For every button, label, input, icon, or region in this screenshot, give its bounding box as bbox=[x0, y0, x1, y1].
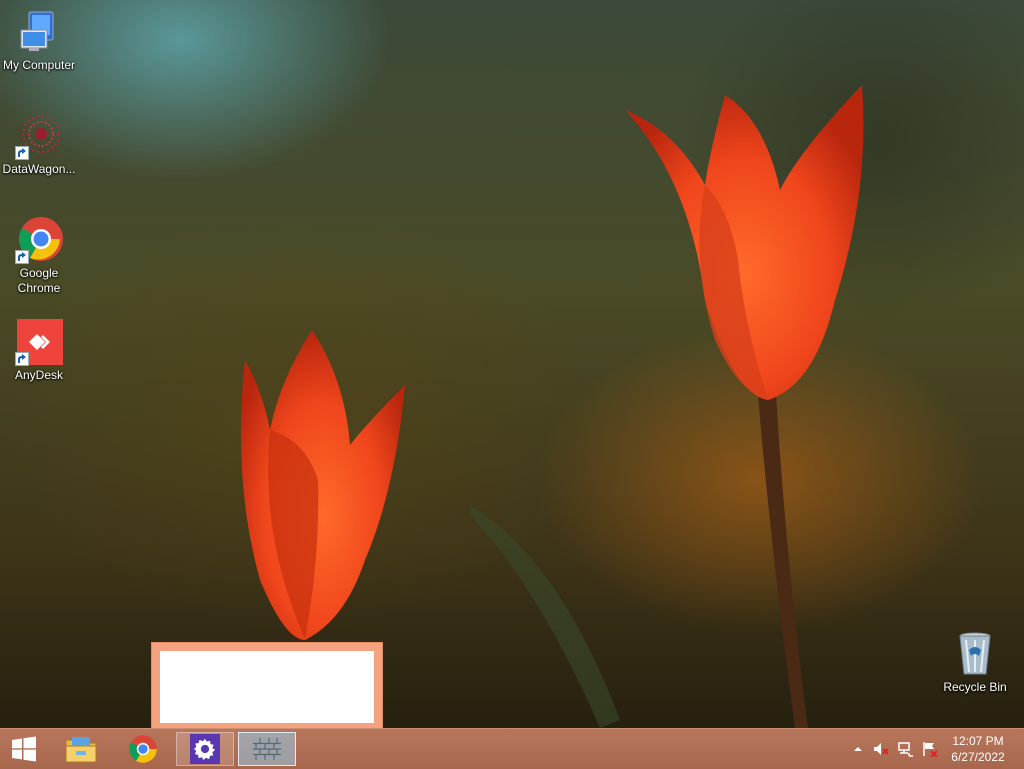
taskbar-settings-button[interactable] bbox=[176, 732, 234, 766]
desktop-icon-recycle-bin[interactable]: Recycle Bin bbox=[936, 630, 1014, 695]
system-clock[interactable]: 12:07 PM 6/27/2022 bbox=[946, 733, 1010, 765]
taskbar-chrome-button[interactable] bbox=[114, 732, 172, 766]
desktop-icon-google-chrome[interactable]: Google Chrome bbox=[0, 216, 78, 296]
desktop-icon-label: Google Chrome bbox=[17, 266, 61, 295]
desktop-icon-my-computer[interactable]: My Computer bbox=[0, 8, 78, 73]
wallpaper-tulips bbox=[240, 85, 864, 728]
desktop[interactable]: My Computer DataWagon... Google Chrome A… bbox=[0, 0, 1024, 728]
taskbar-file-explorer-button[interactable] bbox=[52, 732, 110, 766]
taskbar-thumbnail-preview[interactable] bbox=[151, 642, 383, 732]
action-center-flag-icon[interactable] bbox=[922, 741, 938, 757]
desktop-icon-label: DataWagon... bbox=[2, 162, 76, 176]
shortcut-arrow-icon bbox=[15, 352, 29, 366]
desktop-icon-label: Recycle Bin bbox=[943, 680, 1007, 694]
desktop-icon-datawagon[interactable]: DataWagon... bbox=[0, 112, 78, 177]
anydesk-icon bbox=[15, 318, 63, 366]
shortcut-arrow-icon bbox=[15, 146, 29, 160]
desktop-icon-label: My Computer bbox=[2, 58, 76, 72]
computer-icon bbox=[15, 8, 63, 56]
chrome-icon bbox=[15, 216, 63, 264]
desktop-icon-label: AnyDesk bbox=[14, 368, 64, 382]
speaker-muted-icon[interactable] bbox=[873, 741, 889, 757]
windows-logo-icon bbox=[12, 736, 36, 762]
folder-icon bbox=[65, 737, 97, 763]
desktop-icon-anydesk[interactable]: AnyDesk bbox=[0, 318, 78, 383]
start-button[interactable] bbox=[0, 732, 48, 766]
clock-time: 12:07 PM bbox=[952, 734, 1004, 748]
chevron-up-icon[interactable] bbox=[850, 741, 866, 757]
network-icon[interactable] bbox=[898, 741, 914, 757]
recycle-bin-icon bbox=[951, 630, 999, 678]
taskbar: 12:07 PM 6/27/2022 bbox=[0, 728, 1024, 769]
shortcut-arrow-icon bbox=[15, 250, 29, 264]
datawagon-icon bbox=[15, 112, 63, 160]
brick-wall-icon bbox=[253, 738, 281, 760]
taskbar-firewall-button[interactable] bbox=[238, 732, 296, 766]
gear-icon bbox=[190, 734, 220, 764]
clock-date: 6/27/2022 bbox=[951, 750, 1005, 764]
thumbnail-content bbox=[160, 651, 374, 723]
chrome-icon bbox=[129, 735, 157, 763]
